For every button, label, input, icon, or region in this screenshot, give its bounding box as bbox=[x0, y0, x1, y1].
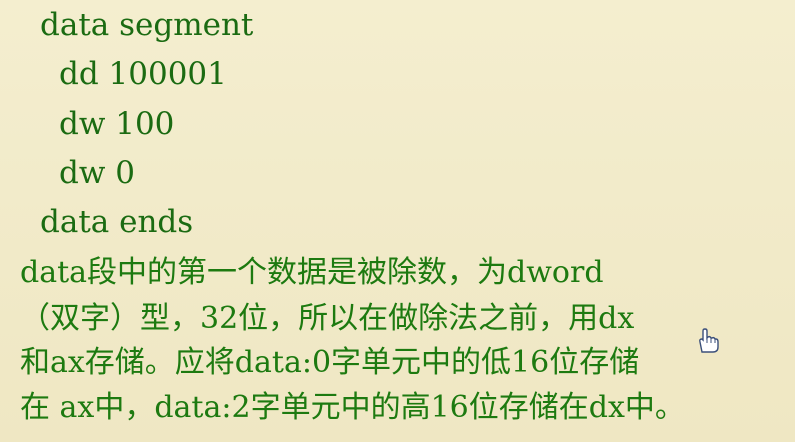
hand-pointer-icon bbox=[699, 328, 719, 353]
code-line-dw-100: dw 100 bbox=[59, 106, 175, 142]
paragraph-line-1: data段中的第一个数据是被除数，为dword bbox=[20, 255, 604, 290]
code-line-data-segment: data segment bbox=[40, 7, 254, 43]
code-line-dd: dd 100001 bbox=[59, 56, 227, 92]
paragraph-line-2: （双字）型，32位，所以在做除法之前，用dx bbox=[20, 301, 635, 336]
code-line-data-ends: data ends bbox=[40, 204, 194, 240]
slide-canvas: data segment dd 100001 dw 100 dw 0 data … bbox=[0, 0, 795, 442]
code-line-dw-0: dw 0 bbox=[59, 155, 135, 191]
paragraph-line-3: 和ax存储。应将data:0字单元中的低16位存储 bbox=[20, 345, 640, 380]
paragraph-line-4: 在 ax中，data:2字单元中的高16位存储在dx中。 bbox=[20, 390, 685, 425]
